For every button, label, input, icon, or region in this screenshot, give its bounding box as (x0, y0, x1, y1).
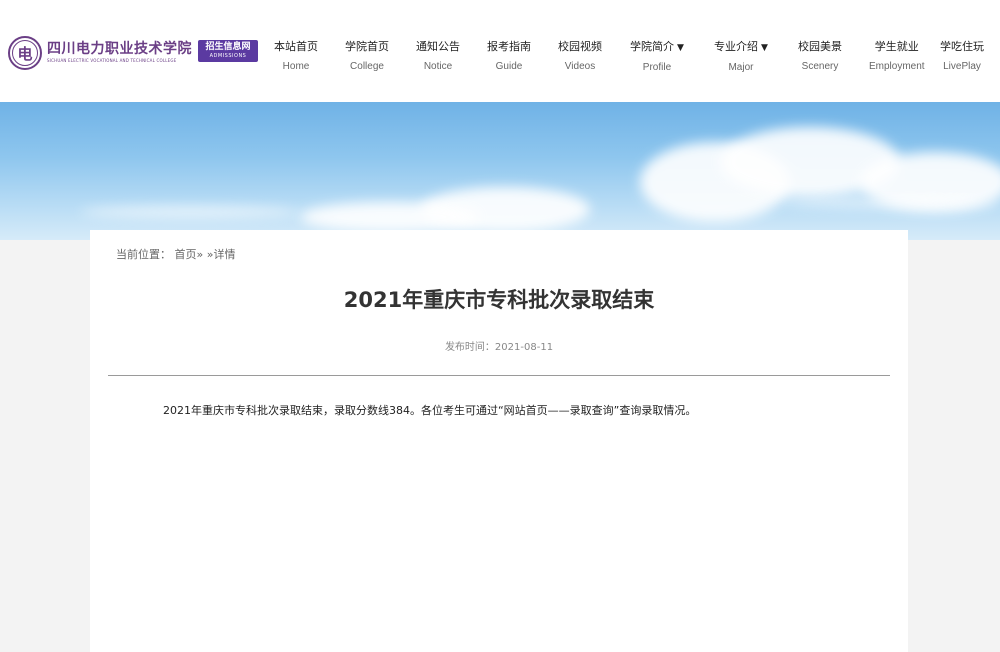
nav-item-label-cn: 学院首页 (345, 40, 389, 53)
cloud-shape (780, 198, 1000, 208)
chevron-down-icon: ▼ (677, 43, 684, 53)
publish-date: 发布时间：2021-08-11 (444, 342, 554, 353)
nav-item-label-en: Notice (423, 61, 453, 72)
nav-item-liveplay[interactable]: 学吃住玩 LivePlay (940, 40, 984, 74)
site-header: 电 四川电力职业技术学院 SICHUAN ELECTRIC VOCATIONAL… (0, 0, 1000, 102)
nav-item-label-cn: 学院简介 ▼ (630, 40, 684, 55)
cloud-shape (300, 202, 480, 232)
nav-item-label-en: Scenery (801, 61, 839, 72)
breadcrumb-home-link[interactable]: 首页» (175, 248, 204, 261)
nav-item-label-en: Guide (495, 61, 523, 72)
nav-item-employment[interactable]: 学生就业 Employment (869, 40, 925, 74)
chevron-down-icon: ▼ (761, 43, 768, 53)
nav-item-scenery[interactable]: 校园美景 Scenery (798, 40, 842, 74)
nav-item-label-en: Home (282, 61, 310, 72)
nav-item-label-en: Employment (869, 61, 925, 72)
nav-item-text: 专业介绍 (714, 40, 758, 53)
nav-item-profile[interactable]: 学院简介 ▼ Profile (630, 40, 684, 75)
nav-item-label-cn: 本站首页 (274, 40, 318, 53)
breadcrumb-prefix: 当前位置： (116, 248, 171, 261)
article-card: 当前位置： 首页» »详情 2021年重庆市专科批次录取结束 发布时间：2021… (90, 230, 908, 652)
nav-item-college[interactable]: 学院首页 College (345, 40, 389, 74)
nav-item-label-cn: 校园视频 (558, 40, 602, 53)
nav-item-label-en: Videos (564, 61, 596, 72)
nav-item-label-en: Profile (642, 62, 672, 73)
nav-item-label-cn: 校园美景 (798, 40, 842, 53)
nav-item-label-cn: 报考指南 (487, 40, 531, 53)
nav-item-text: 学院简介 (630, 40, 674, 53)
nav-item-home[interactable]: 本站首页 Home (274, 40, 318, 74)
nav-item-label-cn: 学吃住玩 (940, 40, 984, 53)
breadcrumb: 当前位置： 首页» »详情 (116, 246, 235, 262)
sky-banner (0, 102, 1000, 240)
article-body: 2021年重庆市专科批次录取结束，录取分数线384。各位考生可通过“网站首页——… (163, 404, 697, 417)
main-nav: 本站首页 Home 学院首页 College 通知公告 Notice 报考指南 … (0, 40, 1000, 80)
nav-item-notice[interactable]: 通知公告 Notice (416, 40, 460, 74)
nav-item-videos[interactable]: 校园视频 Videos (558, 40, 602, 74)
nav-item-major[interactable]: 专业介绍 ▼ Major (714, 40, 768, 75)
nav-item-label-en: College (350, 61, 384, 72)
nav-item-label-en: Major (728, 62, 754, 73)
cloud-shape (80, 206, 300, 218)
nav-item-guide[interactable]: 报考指南 Guide (487, 40, 531, 74)
breadcrumb-current: »详情 (206, 248, 236, 261)
nav-item-label-en: LivePlay (943, 61, 981, 72)
title-divider (108, 375, 890, 376)
nav-item-label-cn: 学生就业 (874, 40, 919, 53)
nav-item-label-cn: 通知公告 (416, 40, 460, 53)
nav-item-label-cn: 专业介绍 ▼ (714, 40, 768, 55)
article-title: 2021年重庆市专科批次录取结束 (343, 288, 655, 312)
